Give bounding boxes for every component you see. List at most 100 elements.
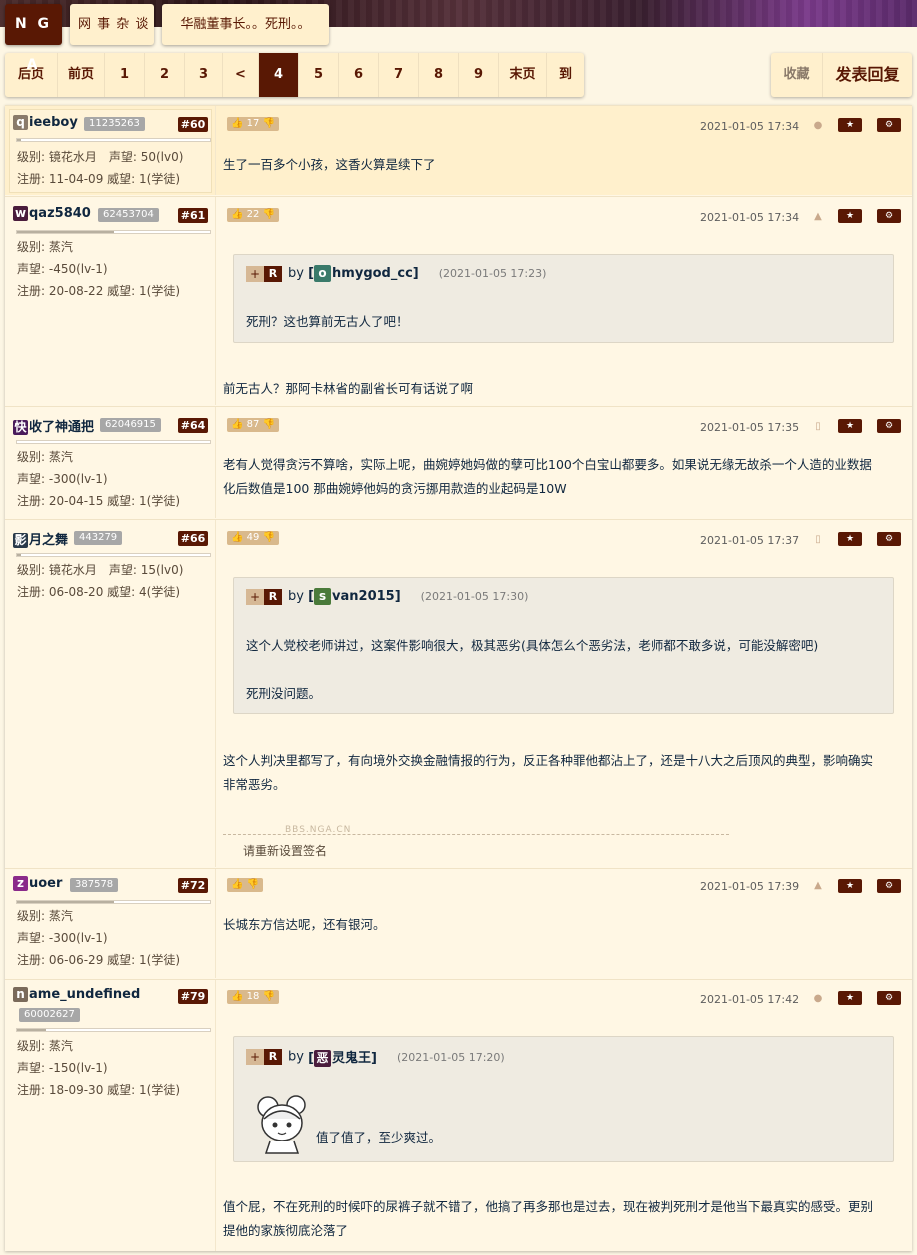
quote-time: (2021-01-05 17:20) bbox=[397, 1050, 505, 1064]
user-info-line: 注册: 18-09-30 威望: 1(学徒) bbox=[17, 1083, 180, 1097]
thumb-up-icon: 👍 bbox=[231, 879, 244, 890]
apple-device-icon: ● bbox=[813, 993, 823, 1004]
reply-icon[interactable]: R bbox=[264, 1049, 282, 1065]
vote-badge[interactable]: 👍 👎 bbox=[227, 878, 264, 892]
floor-number[interactable]: #79 bbox=[178, 989, 208, 1004]
user-id-badge: 11235263 bbox=[84, 117, 145, 131]
star-button[interactable]: ★ bbox=[838, 879, 862, 893]
thread-title[interactable]: 华融董事长。。死刑。。 bbox=[162, 4, 329, 45]
page-4-current[interactable]: 4 bbox=[259, 53, 299, 97]
signature-watermark: BBS.NGA.CN bbox=[285, 825, 352, 835]
user-panel: 快收了神通把 62046915 #64 级别: 蒸汽 声望: -300(lv-1… bbox=[5, 407, 216, 518]
vote-badge[interactable]: 👍 22 👎 bbox=[227, 208, 280, 222]
gear-button[interactable]: ⚙ bbox=[877, 532, 901, 546]
thumb-up-icon: 👍 bbox=[231, 991, 244, 1002]
gear-button[interactable]: ⚙ bbox=[877, 991, 901, 1005]
avatar-initial: 影 bbox=[13, 533, 28, 548]
floor-number[interactable]: #64 bbox=[178, 418, 208, 433]
page-5-button[interactable]: 5 bbox=[299, 53, 339, 97]
username[interactable]: 影月之舞 bbox=[13, 529, 68, 548]
breadcrumb-forum[interactable]: 网 事 杂 谈 bbox=[70, 4, 154, 45]
thumb-down-icon: 👎 bbox=[262, 419, 276, 430]
user-info-line: 声望: -300(lv-1) bbox=[17, 472, 108, 486]
post-item: 影月之舞 443279 #66 级别: 镜花水月 声望: 15(lv0) 注册:… bbox=[5, 519, 912, 867]
user-info-line: 注册: 11-04-09 威望: 1(学徒) bbox=[17, 172, 180, 186]
thumb-up-icon: 👍 bbox=[231, 532, 244, 543]
quoted-user[interactable]: [o hmygod_cc] bbox=[308, 265, 419, 282]
gear-button[interactable]: ⚙ bbox=[877, 419, 901, 433]
username[interactable]: z uoer bbox=[13, 876, 62, 891]
star-button[interactable]: ★ bbox=[838, 209, 862, 223]
user-info-line: 注册: 06-06-29 威望: 1(学徒) bbox=[17, 953, 180, 967]
post-time: 2021-01-05 17:34 bbox=[700, 120, 800, 133]
page-8-button[interactable]: 8 bbox=[419, 53, 459, 97]
page-2-button[interactable]: 2 bbox=[145, 53, 185, 97]
quote-header: + Rby [o hmygod_cc] (2021-01-05 17:23) bbox=[246, 265, 546, 282]
thumb-up-icon: 👍 bbox=[231, 419, 244, 430]
user-panel: 影月之舞 443279 #66 级别: 镜花水月 声望: 15(lv0) 注册:… bbox=[5, 520, 216, 867]
star-button[interactable]: ★ bbox=[838, 991, 862, 1005]
pagination: 后页 前页 1 2 3 < 4 5 6 7 8 9 末页 到 bbox=[5, 53, 584, 97]
level-bar bbox=[16, 440, 211, 444]
user-info-line: 级别: 镜花水月 声望: 15(lv0) bbox=[17, 563, 184, 577]
gear-button[interactable]: ⚙ bbox=[877, 879, 901, 893]
floor-number[interactable]: #72 bbox=[178, 878, 208, 893]
reply-button[interactable]: 发表回复 bbox=[823, 53, 912, 97]
vote-badge[interactable]: 👍 87 👎 bbox=[227, 418, 280, 432]
quoted-user[interactable]: [s van2015] bbox=[308, 588, 401, 605]
page-last-button[interactable]: 末页 bbox=[499, 53, 547, 97]
gear-button[interactable]: ⚙ bbox=[877, 118, 901, 132]
favorite-button[interactable]: 收藏 bbox=[771, 53, 823, 97]
reply-icon[interactable]: R bbox=[264, 265, 282, 282]
signature-text: 请重新设置签名 bbox=[243, 844, 328, 858]
user-info-line: 级别: 蒸汽 bbox=[17, 1039, 73, 1053]
expand-icon[interactable]: + bbox=[246, 265, 264, 282]
post-item: w qaz5840 62453704 #61 级别: 蒸汽 声望: -450(lv… bbox=[5, 196, 912, 405]
vote-badge[interactable]: 👍 17 👎 bbox=[227, 117, 280, 131]
floor-number[interactable]: #60 bbox=[178, 117, 208, 132]
star-button[interactable]: ★ bbox=[838, 419, 862, 433]
user-info-line: 声望: -450(lv-1) bbox=[17, 262, 108, 276]
user-panel: q ieeboy 11235263 #60 级别: 镜花水月 声望: 50(lv0… bbox=[5, 106, 216, 195]
post-time: 2021-01-05 17:42 bbox=[700, 993, 800, 1006]
page-3-button[interactable]: 3 bbox=[185, 53, 223, 97]
page-less-button[interactable]: < bbox=[223, 53, 259, 97]
user-panel: z uoer 387578 #72 级别: 蒸汽 声望: -300(lv-1) 注… bbox=[5, 869, 216, 978]
username[interactable]: q ieeboy bbox=[13, 115, 78, 130]
username[interactable]: n ame_undefined bbox=[13, 987, 140, 1002]
username[interactable]: w qaz5840 bbox=[13, 206, 91, 221]
page-7-button[interactable]: 7 bbox=[379, 53, 419, 97]
expand-icon[interactable]: + bbox=[246, 1049, 264, 1065]
quote-header: + Rby [恶灵鬼王] (2021-01-05 17:20) bbox=[246, 1047, 505, 1067]
vote-badge[interactable]: 👍 18 👎 bbox=[227, 990, 280, 1004]
avatar-initial: 快 bbox=[13, 420, 28, 435]
expand-icon[interactable]: + bbox=[246, 588, 264, 605]
user-panel: w qaz5840 62453704 #61 级别: 蒸汽 声望: -450(lv… bbox=[5, 197, 216, 405]
floor-number[interactable]: #66 bbox=[178, 531, 208, 546]
page-6-button[interactable]: 6 bbox=[339, 53, 379, 97]
nga-logo[interactable]: N G A bbox=[5, 4, 62, 73]
floor-number[interactable]: #61 bbox=[178, 208, 208, 223]
user-info-line: 级别: 蒸汽 bbox=[17, 240, 73, 254]
page-9-button[interactable]: 9 bbox=[459, 53, 499, 97]
page-prev-button[interactable]: 前页 bbox=[58, 53, 105, 97]
star-button[interactable]: ★ bbox=[838, 118, 862, 132]
post-content: 长城东方信达呢，还有银河。 bbox=[223, 917, 386, 932]
star-button[interactable]: ★ bbox=[838, 532, 862, 546]
username[interactable]: 快收了神通把 bbox=[13, 416, 94, 435]
user-id-badge: 62046915 bbox=[100, 418, 161, 432]
avatar-initial: n bbox=[13, 987, 28, 1002]
mobile-device-icon: ▯ bbox=[815, 534, 821, 545]
page-1-button[interactable]: 1 bbox=[105, 53, 145, 97]
level-bar bbox=[16, 1028, 211, 1032]
user-info-line: 注册: 20-08-22 威望: 1(学徒) bbox=[17, 284, 180, 298]
quote-text: 值了值了，至少爽过。 bbox=[316, 1130, 442, 1145]
user-panel: n ame_undefined #79 60002627 级别: 蒸汽 声望: -… bbox=[5, 980, 216, 1251]
page-goto-button[interactable]: 到 bbox=[547, 53, 584, 97]
gear-button[interactable]: ⚙ bbox=[877, 209, 901, 223]
post-item: z uoer 387578 #72 级别: 蒸汽 声望: -300(lv-1) 注… bbox=[5, 868, 912, 978]
thumb-down-icon: 👎 bbox=[246, 879, 260, 890]
quoted-user[interactable]: [恶灵鬼王] bbox=[308, 1050, 377, 1067]
reply-icon[interactable]: R bbox=[264, 588, 282, 605]
vote-badge[interactable]: 👍 49 👎 bbox=[227, 531, 280, 545]
